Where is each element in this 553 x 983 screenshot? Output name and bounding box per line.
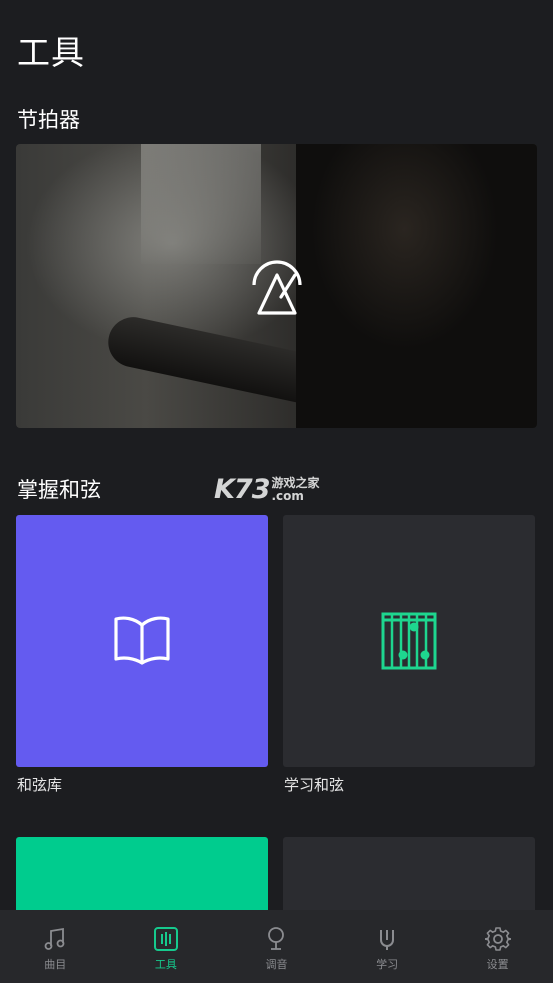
tile-green[interactable]: [16, 837, 268, 910]
tools-icon: [153, 927, 178, 951]
book-icon: [114, 616, 170, 665]
tab-settings[interactable]: 设置: [442, 910, 553, 983]
watermark-logo: K73 游戏之家 .com: [214, 474, 320, 505]
page-title: 工具: [17, 33, 85, 72]
metronome-icon: [252, 260, 302, 315]
bottom-tab-bar: 曲目 工具 调音 学习 设置: [0, 910, 553, 983]
tile-chord-library[interactable]: [16, 515, 268, 767]
chord-chart-icon: [381, 612, 437, 670]
section-title-metronome: 节拍器: [17, 108, 80, 132]
tab-label-learn: 学习: [376, 958, 399, 971]
tile-label-learn-chords: 学习和弦: [284, 776, 345, 794]
tab-learn[interactable]: 学习: [332, 910, 443, 983]
tile-dark[interactable]: [283, 837, 535, 910]
tab-label-tools: 工具: [154, 958, 177, 971]
tab-label-tuner: 调音: [265, 958, 288, 971]
metronome-card[interactable]: [16, 144, 537, 428]
hero-figure: [296, 144, 537, 428]
gear-icon: [484, 927, 511, 951]
hero-window: [141, 144, 261, 264]
tab-label-songs: 曲目: [44, 958, 67, 971]
music-note-icon: [44, 927, 65, 950]
tab-tools[interactable]: 工具: [111, 910, 222, 983]
tab-songs[interactable]: 曲目: [0, 910, 111, 983]
tab-label-settings: 设置: [486, 958, 509, 971]
section-title-chords: 掌握和弦: [17, 478, 101, 502]
tile-label-chord-library: 和弦库: [17, 776, 63, 794]
learn-icon: [380, 930, 395, 950]
tile-learn-chords[interactable]: [283, 515, 535, 767]
tuner-icon: [268, 927, 285, 950]
tab-tuner[interactable]: 调音: [221, 910, 332, 983]
